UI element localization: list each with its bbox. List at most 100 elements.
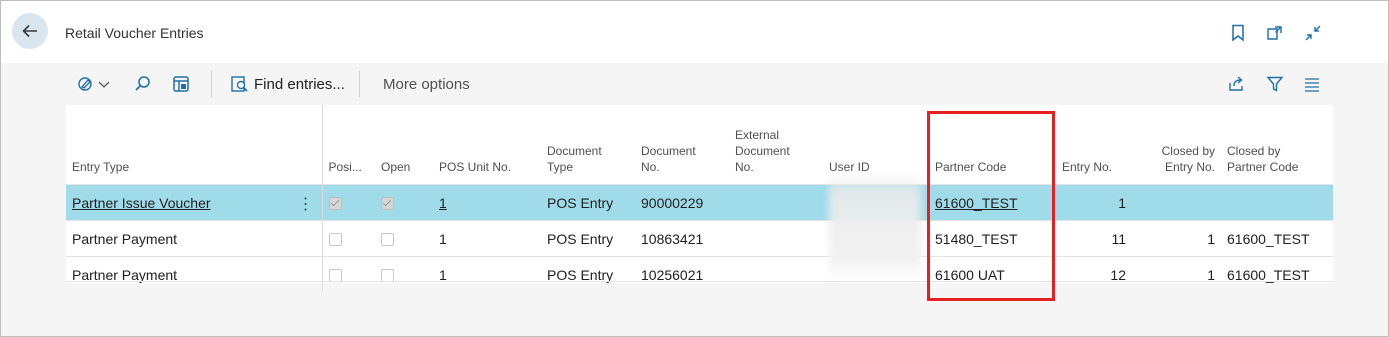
table-row[interactable]: Partner Issue Voucher ⋮ 1 POS Entry 9000… [66,184,1333,221]
table-row[interactable]: Partner Payment 1 POS Entry 10863421 514… [66,220,1333,257]
cell-posted[interactable] [322,256,375,292]
find-entries-button[interactable]: Find entries... [230,73,345,95]
header-text: Document [735,144,790,158]
filter-icon [1266,76,1284,92]
page-title: Retail Voucher Entries [65,25,204,41]
toolbar-divider [359,71,360,97]
entries-grid: Entry Type Posi... Open POS Unit No. Doc… [66,105,1333,292]
more-options-label: More options [383,75,470,93]
back-button[interactable] [12,13,48,49]
header-posted[interactable]: Posi... [322,105,375,185]
header-document-type[interactable]: Document Type [541,105,635,185]
cell-partner-code[interactable]: 51480_TEST [929,220,1056,257]
cell-entry-no[interactable]: 12 [1056,256,1132,292]
title-bar: Retail Voucher Entries [1,1,1388,63]
collapse-button[interactable] [1303,23,1323,43]
header-text: External [735,128,780,142]
table-row[interactable]: Partner Payment 1 POS Entry 10256021 616… [66,256,1333,292]
edit-mode-icon [78,77,92,91]
search-button[interactable] [134,73,152,95]
cell-entry-no[interactable]: 11 [1056,220,1132,257]
back-arrow-icon [22,24,37,38]
cell-document-type[interactable]: POS Entry [541,256,635,292]
header-closed-by-entry-no[interactable]: Closed by Entry No. [1132,105,1221,185]
header-partner-code[interactable]: Partner Code [929,105,1056,185]
cell-open[interactable] [375,220,433,257]
header-text: Closed by [1227,144,1281,158]
open-in-new-window-icon [1267,26,1282,40]
find-entries-icon [231,76,248,92]
header-entry-no[interactable]: Entry No. [1056,105,1132,185]
cell-pos-unit-no[interactable]: 1 [433,220,541,257]
cell-entry-type[interactable]: Partner Payment [66,220,323,257]
cell-entry-type[interactable]: Partner Issue Voucher ⋮ [66,184,323,221]
cell-closed-by-partner-code[interactable]: 61600_TEST [1221,220,1333,257]
cell-closed-by-entry-no[interactable]: 1 [1132,256,1221,292]
table-bottom-divider [66,281,1333,282]
cell-closed-by-entry-no[interactable]: 1 [1132,220,1221,257]
pos-unit-link[interactable]: 1 [439,195,447,211]
header-text: Closed by [1161,144,1215,158]
cell-document-no[interactable]: 10256021 [635,256,729,292]
filter-button[interactable] [1266,73,1284,95]
row-actions-icon[interactable]: ⋮ [298,194,314,214]
open-checkbox[interactable] [381,197,394,211]
toolbar-divider [211,71,212,97]
redacted-user-id-area [829,171,921,281]
filter-pane-button[interactable] [172,73,190,95]
posted-checkbox[interactable] [328,233,342,247]
header-text: Entry No. [1164,160,1215,174]
share-icon [1229,76,1243,91]
cell-open[interactable] [375,184,433,221]
open-new-window-button[interactable] [1265,23,1285,43]
header-document-no[interactable]: Document No. [635,105,729,185]
cell-entry-no[interactable]: 1 [1056,184,1132,221]
cell-document-type[interactable]: POS Entry [541,184,635,221]
more-options-button[interactable]: More options [383,73,470,95]
cell-posted[interactable] [322,220,375,257]
cell-closed-by-partner-code[interactable]: 61600_TEST [1221,256,1333,292]
cell-partner-code[interactable]: 61600 UAT [929,256,1056,292]
header-external-document-no[interactable]: External Document No. [729,105,823,185]
bookmark-button[interactable] [1228,23,1248,43]
cell-closed-by-entry-no[interactable] [1132,184,1221,221]
cell-document-no[interactable]: 90000229 [635,184,729,221]
cell-external-document-no[interactable] [729,184,823,221]
chevron-down-icon [98,81,110,88]
table-header-row: Entry Type Posi... Open POS Unit No. Doc… [66,105,1333,185]
page-frame: Retail Voucher Entries Find entries... M… [0,0,1389,337]
cell-external-document-no[interactable] [729,220,823,257]
header-entry-type[interactable]: Entry Type [66,105,323,185]
cell-closed-by-partner-code[interactable] [1221,184,1333,221]
header-pos-unit-no[interactable]: POS Unit No. [433,105,541,185]
header-text: No. [641,160,660,174]
edit-mode-button[interactable] [77,73,111,95]
collapse-icon [1305,25,1321,41]
list-view-icon [1305,78,1319,92]
cell-entry-type[interactable]: Partner Payment [66,256,323,292]
list-view-button[interactable] [1303,73,1321,95]
partner-code-link[interactable]: 61600_TEST [935,195,1018,211]
share-button[interactable] [1227,73,1245,95]
cell-posted[interactable] [322,184,375,221]
cell-external-document-no[interactable] [729,256,823,292]
header-text: Document [641,144,696,158]
find-entries-label: Find entries... [254,75,345,93]
header-closed-by-partner-code[interactable]: Closed by Partner Code [1221,105,1333,185]
header-text: No. [735,160,754,174]
cell-open[interactable] [375,256,433,292]
cell-document-type[interactable]: POS Entry [541,220,635,257]
posted-checkbox[interactable] [328,197,342,211]
cell-pos-unit-no[interactable]: 1 [433,256,541,292]
search-icon [135,76,150,91]
header-open[interactable]: Open [375,105,433,185]
entries-table: Entry Type Posi... Open POS Unit No. Doc… [66,105,1333,292]
entry-type-link[interactable]: Partner Issue Voucher [72,195,211,211]
open-checkbox[interactable] [381,233,394,247]
cell-pos-unit-no[interactable]: 1 [433,184,541,221]
cell-document-no[interactable]: 10863421 [635,220,729,257]
header-text: Document [547,144,602,158]
header-text: Partner Code [1227,160,1299,174]
action-bar: Find entries... More options [1,63,1388,105]
cell-partner-code[interactable]: 61600_TEST [929,184,1056,221]
